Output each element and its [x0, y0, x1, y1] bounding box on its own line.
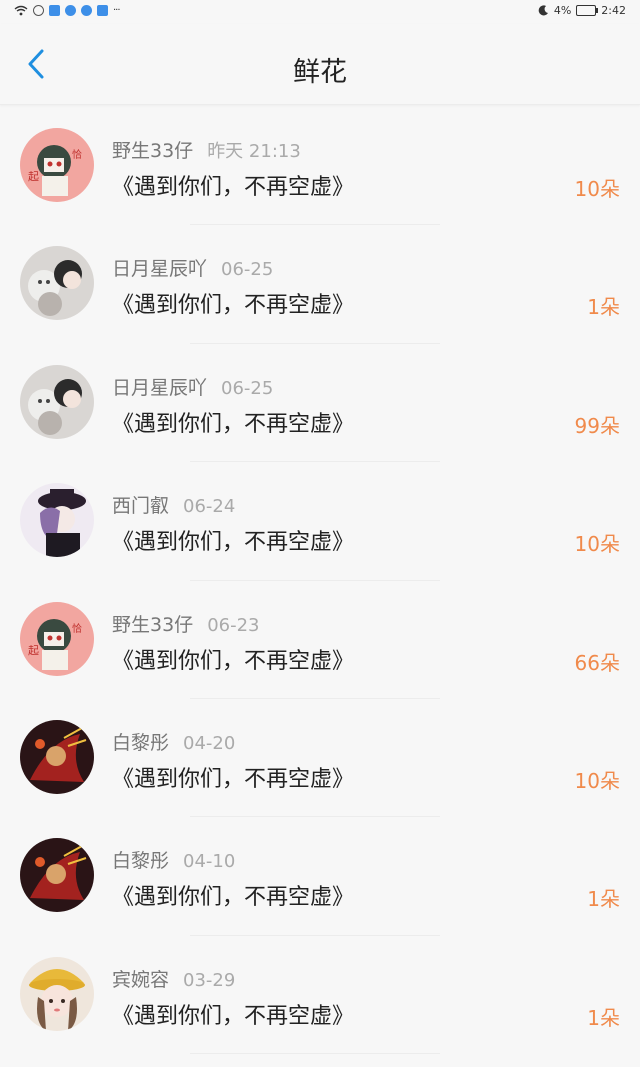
- app-notification-icon: [33, 5, 44, 16]
- timestamp: 06-25: [221, 259, 274, 281]
- item-meta: 西门叡 06-24: [112, 491, 235, 518]
- item-meta: 日月星辰吖 06-25: [112, 373, 273, 400]
- list-item[interactable]: 宾婉容 03-29 《遇到你们，不再空虚》 1朵: [0, 936, 640, 1055]
- avatar[interactable]: 恰 起: [20, 128, 94, 202]
- timestamp: 03-29: [183, 969, 236, 991]
- avatar[interactable]: [20, 838, 94, 913]
- item-content[interactable]: 《遇到你们，不再空虚》: [112, 287, 354, 319]
- username[interactable]: 宾婉容: [112, 969, 169, 991]
- app-notification-icon: [65, 5, 76, 16]
- avatar[interactable]: 恰 起: [20, 601, 94, 676]
- item-content[interactable]: 《遇到你们，不再空虚》: [112, 406, 354, 438]
- page-title: 鲜花: [293, 57, 347, 88]
- flower-count: 1朵: [587, 295, 620, 320]
- item-meta: 日月星辰吖 06-25: [112, 254, 273, 281]
- item-content[interactable]: 《遇到你们，不再空虚》: [112, 524, 354, 556]
- list-item[interactable]: 日月星辰吖 06-25 《遇到你们，不再空虚》 1朵: [0, 225, 640, 344]
- avatar[interactable]: [20, 364, 94, 439]
- username[interactable]: 日月星辰吖: [112, 377, 207, 399]
- username[interactable]: 野生33仔: [112, 140, 193, 162]
- svg-text:恰: 恰: [72, 148, 82, 161]
- username[interactable]: 西门叡: [112, 495, 169, 517]
- avatar[interactable]: [20, 719, 94, 794]
- timestamp: 06-24: [183, 496, 236, 518]
- item-meta: 白黎彤 04-20: [112, 728, 235, 755]
- flower-count: 66朵: [574, 650, 620, 675]
- svg-text:起: 起: [28, 644, 39, 657]
- timestamp: 06-23: [207, 614, 260, 636]
- list-item[interactable]: 日月星辰吖 06-25 《遇到你们，不再空虚》 99朵: [0, 344, 640, 463]
- more-notifications-icon: ···: [113, 5, 120, 16]
- timestamp: 06-25: [221, 377, 274, 399]
- item-meta: 白黎彤 04-10: [112, 846, 235, 873]
- item-content[interactable]: 《遇到你们，不再空虚》: [112, 761, 354, 793]
- item-content[interactable]: 《遇到你们，不再空虚》: [112, 879, 354, 911]
- app-notification-icon: [49, 5, 60, 16]
- battery-icon: [576, 5, 599, 16]
- status-icons-right: 4% 2:42: [538, 4, 626, 17]
- flower-count: 10朵: [574, 177, 620, 201]
- avatar[interactable]: [20, 483, 94, 558]
- list-item[interactable]: 恰 起 野生33仔 06-23 《遇到你们，不再空虚》 66朵: [0, 581, 640, 699]
- flower-count: 99朵: [574, 413, 620, 438]
- moon-icon: [538, 5, 548, 16]
- flower-count: 1朵: [587, 1005, 620, 1030]
- item-content[interactable]: 《遇到你们，不再空虚》: [112, 169, 354, 201]
- timestamp: 昨天 21:13: [207, 141, 301, 162]
- list-item[interactable]: 白黎彤 04-20 《遇到你们，不再空虚》 10朵: [0, 699, 640, 818]
- mail-icon: [97, 5, 108, 16]
- item-content[interactable]: 《遇到你们，不再空虚》: [112, 998, 354, 1030]
- item-meta: 宾婉容 03-29: [112, 965, 235, 992]
- status-bar: ··· 4% 2:42: [0, 0, 640, 24]
- flower-list: 恰 起 野生33仔 昨天 21:13 《遇到你们，不再空虚》 10朵 日月星辰吖 0…: [0, 107, 640, 1055]
- flower-count: 10朵: [574, 532, 620, 557]
- username[interactable]: 日月星辰吖: [112, 258, 207, 280]
- app-notification-icon: [81, 5, 92, 16]
- divider: [190, 1053, 440, 1055]
- item-meta: 野生33仔 昨天 21:13: [112, 136, 301, 163]
- flower-count: 1朵: [587, 887, 620, 912]
- list-item[interactable]: 西门叡 06-24 《遇到你们，不再空虚》 10朵: [0, 462, 640, 581]
- svg-text:恰: 恰: [72, 622, 82, 635]
- status-icons-left: ···: [14, 5, 120, 16]
- item-meta: 野生33仔 06-23: [112, 610, 260, 637]
- username[interactable]: 野生33仔: [112, 614, 193, 636]
- timestamp: 04-20: [183, 732, 236, 754]
- battery-percent: 4%: [553, 4, 572, 17]
- username[interactable]: 白黎彤: [112, 850, 169, 872]
- list-item[interactable]: 恰 起 野生33仔 昨天 21:13 《遇到你们，不再空虚》 10朵: [0, 107, 640, 226]
- flower-count: 10朵: [574, 768, 620, 793]
- navigation-header: 鲜花: [0, 24, 640, 105]
- item-content[interactable]: 《遇到你们，不再空虚》: [112, 643, 354, 675]
- avatar[interactable]: [20, 956, 94, 1031]
- list-item[interactable]: 白黎彤 04-10 《遇到你们，不再空虚》 1朵: [0, 817, 640, 936]
- svg-text:起: 起: [28, 170, 39, 183]
- username[interactable]: 白黎彤: [112, 732, 169, 754]
- avatar[interactable]: [20, 246, 94, 321]
- wifi-icon: [14, 5, 28, 16]
- timestamp: 04-10: [183, 851, 236, 873]
- clock: 2:42: [601, 4, 626, 17]
